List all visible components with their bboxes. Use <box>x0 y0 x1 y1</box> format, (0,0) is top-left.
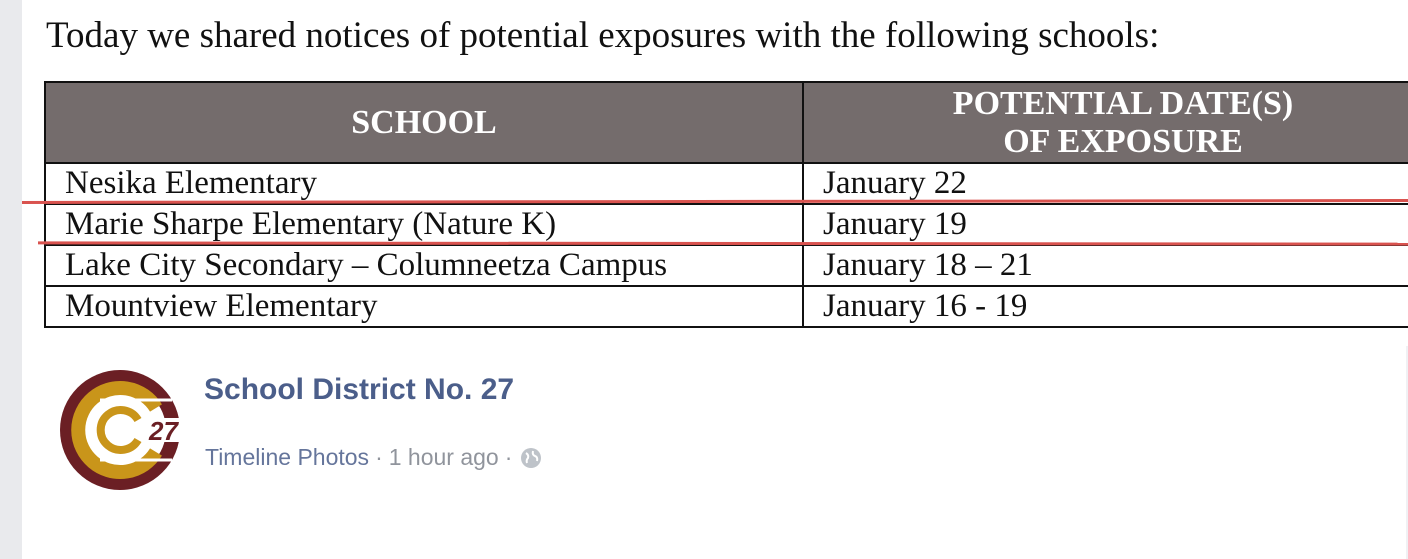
header-date: POTENTIAL DATE(S) OF EXPOSURE <box>802 81 1408 164</box>
page-name-link[interactable]: School District No. 27 <box>204 373 514 407</box>
source-link[interactable]: Timeline Photos <box>205 444 369 471</box>
cell-date: January 16 - 19 <box>802 285 1408 328</box>
exposure-table: SCHOOL POTENTIAL DATE(S) OF EXPOSURE Nes… <box>44 81 1408 328</box>
table-header-row: SCHOOL POTENTIAL DATE(S) OF EXPOSURE <box>44 81 1408 164</box>
intro-text: Today we shared notices of potential exp… <box>46 15 1160 56</box>
cell-date: January 19 <box>802 203 1408 246</box>
cell-date: January 22 <box>802 162 1408 205</box>
page-logo-avatar[interactable]: 27 <box>60 370 180 490</box>
header-school: SCHOOL <box>44 81 804 164</box>
post-meta: Timeline Photos · 1 hour ago · <box>205 444 542 471</box>
cell-date: January 18 – 21 <box>802 244 1408 287</box>
table-row: Lake City Secondary – Columneetza Campus… <box>44 244 1408 287</box>
cell-school: Nesika Elementary <box>44 162 804 205</box>
timestamp-link[interactable]: 1 hour ago <box>389 444 499 471</box>
cell-school: Mountview Elementary <box>44 285 804 328</box>
post-photo[interactable]: Today we shared notices of potential exp… <box>22 0 1408 340</box>
district-logo-icon: 27 <box>60 370 180 490</box>
globe-icon[interactable] <box>520 447 542 469</box>
meta-separator: · <box>504 444 513 470</box>
globe-icon <box>521 447 542 468</box>
cell-school: Marie Sharpe Elementary (Nature K) <box>44 203 804 246</box>
meta-separator: · <box>375 444 383 470</box>
table-row: Marie Sharpe Elementary (Nature K) Janua… <box>44 203 1408 246</box>
table-row: Mountview Elementary January 16 - 19 <box>44 285 1408 328</box>
cell-school: Lake City Secondary – Columneetza Campus <box>44 244 804 287</box>
post-card: Today we shared notices of potential exp… <box>22 0 1408 559</box>
svg-text:27: 27 <box>148 416 179 446</box>
table-row: Nesika Elementary January 22 <box>44 162 1408 205</box>
